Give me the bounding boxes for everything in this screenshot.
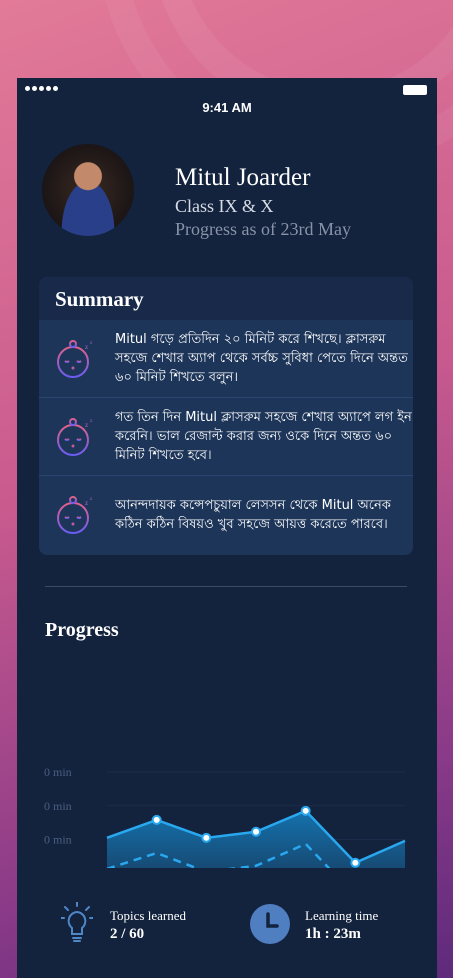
student-name: Mitul Joarder xyxy=(175,164,311,191)
student-class: Class IX & X xyxy=(175,196,274,216)
sleeping-baby-icon: zz xyxy=(57,496,93,534)
data-point xyxy=(300,805,311,816)
topics-label: Topics learned xyxy=(110,908,186,923)
status-bar xyxy=(17,78,437,100)
summary-item: zz Mitul গড়ে প্রতিদিন ২০ মিনিট করে শিখছ… xyxy=(39,320,413,398)
data-point xyxy=(350,857,361,868)
svg-text:z: z xyxy=(85,499,88,507)
y-tick-label: 0 min xyxy=(44,833,72,847)
y-tick-label: 0 min xyxy=(44,866,72,868)
svg-text:z: z xyxy=(90,341,93,346)
avatar[interactable] xyxy=(42,144,134,236)
phone-screen: 9:41 AM Mitul Joarder Class IX & X Progr… xyxy=(17,78,437,978)
progress-date: Progress as of 23rd May xyxy=(175,219,351,239)
sleeping-baby-icon: zz xyxy=(57,417,93,456)
topics-value: 2 / 60 xyxy=(110,926,145,942)
summary-card: Summary zz Mitul গড়ে প্রতিদিন ২০ মিনিট … xyxy=(39,277,413,555)
svg-text:z: z xyxy=(90,419,93,424)
topics-learned-stat: Topics learned 2 / 60 xyxy=(61,898,231,948)
summary-title: Summary xyxy=(39,277,413,320)
summary-text: Mitul গড়ে প্রতিদিন ২০ মিনিট করে শিখছে। … xyxy=(115,332,408,385)
lightbulb-icon xyxy=(61,902,93,942)
summary-item: z z গত তিন দিন Mitul ক্লাসরুম সহজে শেখার অ… xyxy=(39,398,413,476)
progress-title: Progress xyxy=(45,619,119,641)
clock-icon xyxy=(250,904,290,944)
y-tick-label: 0 min xyxy=(44,765,72,779)
divider xyxy=(45,586,407,587)
summary-text: গত তিন দিন Mitul ক্লাসরুম সহজে শেখার অ্য… xyxy=(115,410,412,463)
y-tick-label: 0 min xyxy=(44,799,72,813)
signal-icon xyxy=(25,86,58,91)
data-point xyxy=(251,826,261,837)
sleeping-baby-icon: zz xyxy=(57,339,93,378)
data-point xyxy=(201,832,212,843)
svg-text:z: z xyxy=(85,343,88,351)
battery-icon xyxy=(403,85,427,95)
time-value: 1h : 23m xyxy=(305,926,361,942)
progress-chart: 0 min0 min0 min0 min0 minJANFEBMARAPRMAY xyxy=(44,765,406,868)
learning-time-stat: Learning time 1h : 23m xyxy=(250,898,420,948)
svg-text:z: z xyxy=(90,497,93,502)
data-point xyxy=(151,814,162,825)
svg-text:z: z xyxy=(85,421,88,429)
summary-item: z z আনন্দদায়ক কন্সেপচুয়াল লেসসন থেকে Mit… xyxy=(39,476,413,554)
summary-text: আনন্দদায়ক কন্সেপচুয়াল লেসসন থেকে Mitul… xyxy=(115,498,391,532)
status-time: 9:41 AM xyxy=(202,100,252,115)
time-label: Learning time xyxy=(305,908,379,923)
